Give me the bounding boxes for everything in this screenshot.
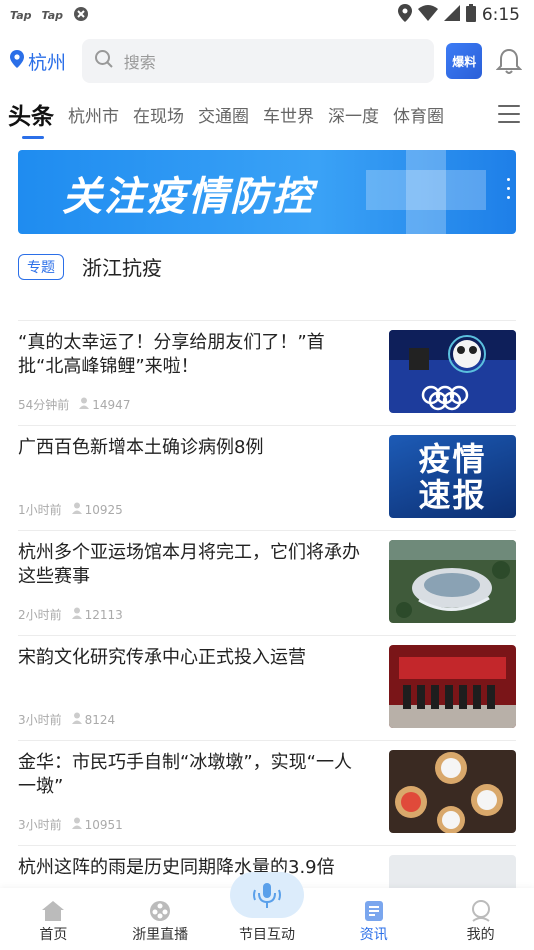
views-count: 10925 <box>71 502 123 517</box>
tab-toutiao[interactable]: 头条 <box>8 97 54 139</box>
news-meta: 3小时前 10951 <box>18 816 123 833</box>
views-number: 10925 <box>84 502 123 517</box>
bottom-nav: 首页 浙里直播 节目互动 资讯 我的 <box>0 872 534 950</box>
tab-tiyu[interactable]: 体育圈 <box>393 102 444 127</box>
city-selector[interactable]: 杭州 <box>10 48 82 75</box>
user-icon <box>71 607 82 622</box>
battery-icon <box>465 3 476 27</box>
tab-cheshijie[interactable]: 车世界 <box>263 102 314 127</box>
nav-label: 浙里直播 <box>132 927 189 943</box>
report-thumbnail: 疫情速报 <box>389 435 516 518</box>
nav-interact[interactable]: 节目互动 <box>214 872 321 950</box>
user-icon <box>71 712 82 727</box>
ceremony-thumbnail <box>389 645 516 728</box>
baoliao-button[interactable]: 爆料 <box>446 43 483 79</box>
bell-icon[interactable] <box>494 46 524 76</box>
clock-time: 6:15 <box>481 5 520 25</box>
tabs-fade <box>460 92 500 136</box>
views-number: 8124 <box>84 712 116 727</box>
topic-tag: 专题 <box>18 253 64 280</box>
news-item[interactable]: 金华：市民巧手自制“冰墩墩”，实现“一人一墩” 3小时前 10951 <box>18 740 516 845</box>
views-count: 12113 <box>71 607 123 622</box>
status-right: 6:15 <box>397 3 520 27</box>
location-icon <box>397 3 412 27</box>
search-icon <box>94 49 114 73</box>
signal-icon <box>443 4 460 26</box>
news-title: 杭州多个亚运场馆本月将完工，它们将承办这些赛事 <box>18 542 360 587</box>
status-left: Tap Tap <box>10 6 89 25</box>
category-tabs: 头条 杭州市 在现场 交通圈 车世界 深一度 体育圈 <box>0 92 534 139</box>
stadium-thumbnail <box>389 540 516 623</box>
wifi-icon <box>417 4 438 26</box>
report-thumb-text: 疫情速报 <box>418 439 487 514</box>
news-title: 金华：市民巧手自制“冰墩墩”，实现“一人一墩” <box>18 752 352 797</box>
news-title: 广西百色新增本土确诊病例8例 <box>18 437 264 458</box>
views-number: 10951 <box>84 817 123 832</box>
news-title: “真的太幸运了！分享给朋友们了！”首批“北高峰锦鲤”来啦！ <box>18 332 325 377</box>
home-icon <box>41 900 65 922</box>
city-label: 杭州 <box>28 51 67 74</box>
status-bar: Tap Tap 6:15 <box>0 0 534 30</box>
news-time: 2小时前 <box>18 608 62 622</box>
tab-shenyidu[interactable]: 深一度 <box>328 102 379 127</box>
taptap-badge: Tap <box>41 8 64 22</box>
nav-live[interactable]: 浙里直播 <box>107 888 214 950</box>
tab-hangzhou[interactable]: 杭州市 <box>68 102 119 127</box>
news-meta: 3小时前 8124 <box>18 711 115 728</box>
news-time: 54分钟前 <box>18 398 70 412</box>
tab-jiaotong[interactable]: 交通圈 <box>198 102 249 127</box>
news-title: 宋韵文化研究传承中心正式投入运营 <box>18 647 306 668</box>
user-icon <box>71 502 82 517</box>
topic-title: 浙江抗疫 <box>82 256 162 280</box>
location-pin-icon <box>10 49 24 73</box>
nav-news[interactable]: 资讯 <box>320 888 427 950</box>
nav-mine[interactable]: 我的 <box>427 888 534 950</box>
views-count: 10951 <box>71 817 123 832</box>
banner-text: 关注疫情防控 <box>62 174 314 220</box>
news-list: “真的太幸运了！分享给朋友们了！”首批“北高峰锦鲤”来啦！ 54分钟前 1494… <box>18 320 516 950</box>
news-time: 3小时前 <box>18 818 62 832</box>
news-meta: 2小时前 12113 <box>18 606 123 623</box>
news-icon <box>362 900 386 922</box>
news-meta: 1小时前 10925 <box>18 501 123 518</box>
news-title: 杭州这阵的雨是历史同期降水量的3.9倍 <box>18 857 335 878</box>
film-icon <box>148 900 172 922</box>
plus-decoration <box>366 150 486 234</box>
user-icon <box>469 900 493 922</box>
nav-label: 首页 <box>39 927 68 943</box>
news-item[interactable]: “真的太幸运了！分享给朋友们了！”首批“北高峰锦鲤”来啦！ 54分钟前 1494… <box>18 320 516 425</box>
taptap-badge: Tap <box>10 8 32 22</box>
news-meta: 54分钟前 14947 <box>18 396 130 413</box>
views-number: 12113 <box>84 607 123 622</box>
user-icon <box>71 817 82 832</box>
views-count: 14947 <box>79 397 130 412</box>
search-header: 杭州 搜索 爆料 <box>0 38 534 84</box>
dumplings-thumbnail <box>389 750 516 833</box>
search-placeholder: 搜索 <box>123 53 156 72</box>
tab-zaixianchang[interactable]: 在现场 <box>133 102 184 127</box>
views-count: 8124 <box>71 712 116 727</box>
nav-home[interactable]: 首页 <box>0 888 107 950</box>
views-number: 14947 <box>92 397 131 412</box>
search-input[interactable]: 搜索 <box>81 39 435 83</box>
vpn-icon <box>73 6 89 25</box>
menu-icon[interactable] <box>498 103 520 125</box>
user-icon <box>79 397 90 412</box>
nav-label: 节目互动 <box>238 927 295 943</box>
news-item[interactable]: 广西百色新增本土确诊病例8例 1小时前 10925 疫情速报 <box>18 425 516 530</box>
news-time: 3小时前 <box>18 713 62 727</box>
news-item[interactable]: 杭州多个亚运场馆本月将完工，它们将承办这些赛事 2小时前 12113 <box>18 530 516 635</box>
nav-label: 资讯 <box>359 927 388 943</box>
epidemic-banner[interactable]: 关注疫情防控 <box>18 150 516 234</box>
banner-dots <box>507 178 510 199</box>
news-time: 1小时前 <box>18 503 62 517</box>
nav-label: 我的 <box>466 927 495 943</box>
olympics-thumbnail <box>389 330 516 413</box>
topic-row[interactable]: 专题 浙江抗疫 <box>18 252 162 281</box>
mic-icon <box>229 872 304 918</box>
news-item[interactable]: 宋韵文化研究传承中心正式投入运营 3小时前 8124 <box>18 635 516 740</box>
